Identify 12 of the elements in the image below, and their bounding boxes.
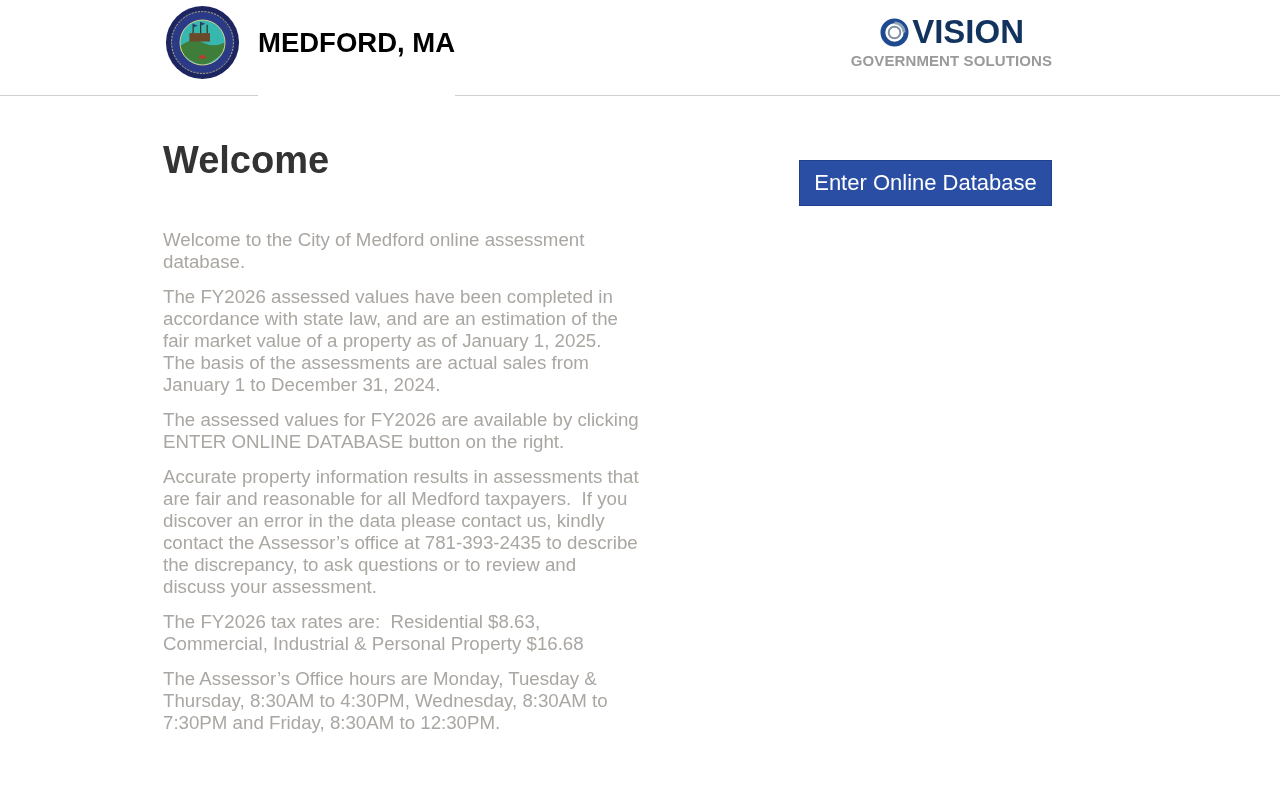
welcome-paragraph: The FY2026 tax rates are: Residential $8.63, Commercial, Industrial & Personal Property $16.68 — [163, 611, 585, 655]
welcome-heading: Welcome — [163, 138, 331, 182]
vendor-wordmark: VISION — [912, 15, 1024, 49]
welcome-paragraph: The Assessor’s Office hours are Monday, Tuesday & Thursday, 8:30AM to 4:30PM, Wednesday, 8:30AM to 7:30PM and Friday, 8:30AM to 12:30PM. — [163, 668, 609, 734]
welcome-paragraph: The assessed values for FY2026 are available by clicking ENTER ONLINE DATABASE button on the right. — [163, 409, 640, 453]
welcome-paragraph: Accurate property information results in assessments that are fair and reasonable for all Medford taxpayers. If you discover an error in the data please contact us, kindly contact the Assessor’s office at 781-393-2435 to describe the discrepancy, to ask questions or to review and discuss your assessment. — [163, 466, 640, 598]
welcome-paragraph: The FY2026 assessed values have been completed in accordance with state law, and are an estimation of the fair market value of a property as of January 1, 2025. The basis of the assessments are actual sales from January 1 to December 31, 2024. — [163, 286, 619, 396]
vendor-tagline: GOVERNMENT SOLUTIONS — [850, 51, 1052, 71]
city-title: MEDFORD, MA — [258, 27, 456, 59]
enter-database-button[interactable]: Enter Online Database — [799, 160, 1052, 206]
ring-icon — [880, 17, 910, 47]
welcome-paragraph: Welcome to the City of Medford online assessment database. — [163, 229, 586, 273]
